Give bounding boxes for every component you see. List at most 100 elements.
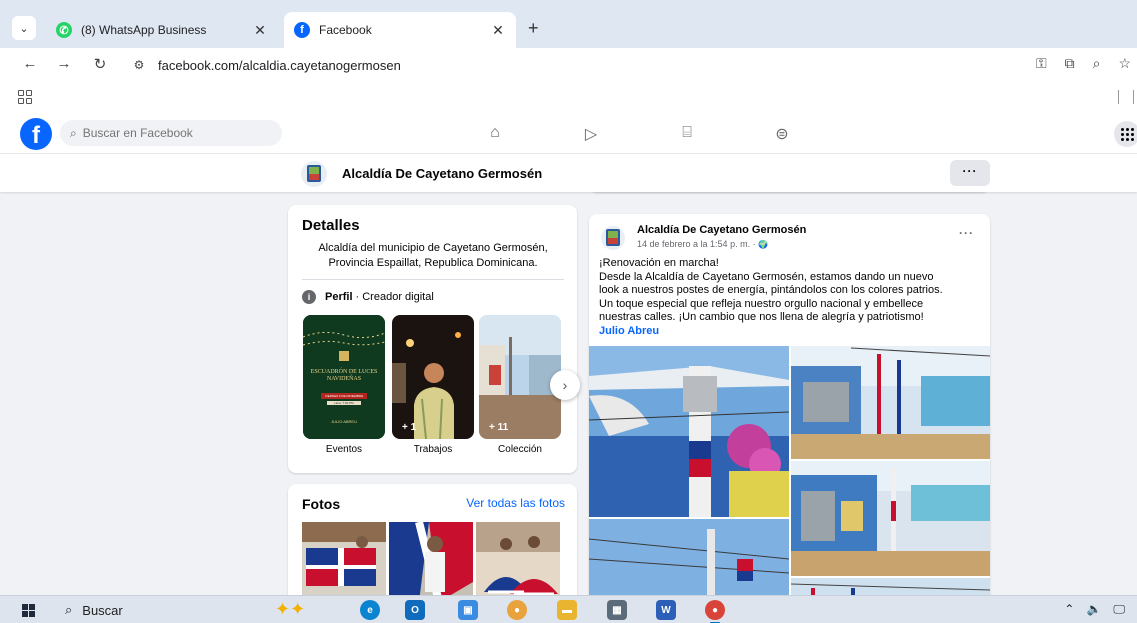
- post-photo[interactable]: [589, 519, 789, 595]
- app-glyph: ▬: [562, 604, 572, 616]
- post-line: Desde la Alcaldía de Cayetano Germosén, …: [599, 270, 934, 283]
- featured-tile-eventos[interactable]: ESCUADRÓN DE LUCES NAVIDEÑAS VIERNES 6 D…: [303, 315, 385, 439]
- page-title[interactable]: Alcaldía De Cayetano Germosén: [342, 166, 542, 181]
- page-avatar[interactable]: [301, 161, 327, 187]
- tab-search-button[interactable]: ⌄: [12, 16, 36, 40]
- whatsapp-icon: ✆: [56, 22, 72, 38]
- post-photo[interactable]: [589, 346, 789, 517]
- calculator-icon[interactable]: ▦: [607, 600, 627, 620]
- apps-grid-icon[interactable]: [18, 90, 32, 104]
- post-timestamp[interactable]: 14 de febrero a la 1:54 p. m. · 🌍: [637, 239, 768, 249]
- chrome-profile-icon[interactable]: ●: [705, 600, 725, 623]
- profile-category-row: i Perfil · Creador digital: [302, 290, 434, 304]
- chevron-down-icon: ⌄: [19, 22, 29, 35]
- windows-start-icon[interactable]: [22, 604, 35, 617]
- featured-tile-trabajos[interactable]: + 1: [392, 315, 474, 439]
- close-icon[interactable]: ✕: [490, 22, 506, 39]
- back-arrow-icon[interactable]: ←: [20, 55, 40, 72]
- page-content: Alcaldía De Cayetano Germosén ··· Detall…: [0, 154, 1137, 595]
- post-photo[interactable]: [791, 461, 990, 576]
- gaming-icon[interactable]: ⊜: [771, 124, 793, 144]
- new-tab-button[interactable]: +: [528, 18, 539, 39]
- flyer-title: ESCUADRÓN DE LUCES NAVIDEÑAS: [310, 369, 378, 382]
- facebook-search-input[interactable]: [82, 126, 263, 140]
- tab-whatsapp[interactable]: ✆ (8) WhatsApp Business ✕: [46, 12, 278, 48]
- tile-count: + 1: [402, 422, 417, 433]
- url-text: facebook.com/alcaldia.cayetanogermosen: [158, 57, 401, 73]
- volume-icon[interactable]: 🔈: [1086, 602, 1101, 617]
- chrome-icon[interactable]: ●: [507, 600, 527, 620]
- close-icon[interactable]: ✕: [252, 22, 268, 39]
- facebook-icon: f: [294, 22, 310, 38]
- bookmarks-divider: [1118, 90, 1119, 104]
- app-glyph: O: [411, 604, 419, 616]
- bookmark-star-icon[interactable]: ☆: [1118, 55, 1131, 72]
- photo-thumbnail[interactable]: [389, 522, 473, 595]
- outlook-icon[interactable]: O: [405, 600, 425, 620]
- word-icon[interactable]: W: [656, 600, 676, 620]
- copilot-sparkle-icon[interactable]: ✦✦: [275, 599, 305, 620]
- photos-card: Fotos Ver todas las fotos: [288, 484, 577, 595]
- post-options-button[interactable]: ···: [959, 226, 974, 240]
- search-icon: ⌕: [70, 125, 77, 140]
- info-icon: i: [302, 290, 316, 304]
- bookmarks-bar: [0, 82, 1137, 112]
- tagged-person-link[interactable]: Julio Abreu: [599, 325, 979, 339]
- tile-label-eventos[interactable]: Eventos: [303, 444, 385, 455]
- zoom-icon[interactable]: ⌕: [1093, 55, 1101, 72]
- flyer-signature: JULIO ABREU: [330, 419, 357, 424]
- post-author-name[interactable]: Alcaldía De Cayetano Germosén: [637, 224, 806, 236]
- flyer-date: VIERNES 6 DE DICIEMBRE: [324, 394, 364, 398]
- app-glyph: e: [367, 604, 373, 616]
- photo-thumbnail[interactable]: [302, 522, 386, 595]
- reload-icon[interactable]: ↻: [90, 55, 110, 73]
- post-card: Alcaldía De Cayetano Germosén 14 de febr…: [589, 214, 990, 595]
- windows-taskbar: ⌕ Buscar ✦✦ e O ▣ ● ▬ ▦ W ● ⌃ 🔈 🖵: [0, 595, 1137, 623]
- menu-grid-icon[interactable]: [1114, 121, 1137, 147]
- address-bar[interactable]: ⚙ facebook.com/alcaldia.cayetanogermosen: [128, 51, 1008, 79]
- profile-label: Perfil: [325, 291, 353, 303]
- tile-label-coleccion[interactable]: Colección: [479, 444, 561, 455]
- tile-label-trabajos[interactable]: Trabajos: [392, 444, 474, 455]
- facebook-header: f ⌕ ⌂ ▷ ⌸ ⊜: [0, 112, 1137, 154]
- post-photo[interactable]: [791, 346, 990, 459]
- marketplace-icon[interactable]: ⌸: [676, 124, 698, 142]
- globe-icon: 🌍: [758, 240, 769, 249]
- app-glyph: ●: [711, 604, 719, 616]
- logo-glyph: f: [32, 122, 40, 149]
- photo-thumbnail[interactable]: [476, 522, 560, 595]
- post-line: ¡Renovación en marcha!: [599, 257, 719, 269]
- browser-toolbar: ← → ↻ ⚙ facebook.com/alcaldia.cayetanoge…: [0, 48, 1137, 82]
- file-explorer-icon[interactable]: ▬: [557, 600, 577, 620]
- app-glyph: ●: [513, 604, 521, 616]
- tab-title: Facebook: [319, 23, 372, 37]
- photos-icon[interactable]: ▣: [458, 600, 478, 620]
- password-key-icon[interactable]: ⚿: [1036, 55, 1047, 72]
- page-more-options-button[interactable]: ···: [950, 160, 990, 186]
- tab-facebook[interactable]: f Facebook ✕: [284, 12, 516, 48]
- details-card: Detalles Alcaldía del municipio de Cayet…: [288, 205, 577, 473]
- search-icon: ⌕: [65, 602, 73, 617]
- facebook-search-box[interactable]: ⌕: [60, 120, 282, 146]
- carousel-next-button[interactable]: ›: [550, 370, 580, 400]
- divider: [302, 279, 564, 280]
- facebook-logo-icon[interactable]: f: [20, 118, 52, 150]
- install-app-icon[interactable]: ⧉: [1065, 55, 1075, 72]
- post-line: Un toque especial que refleja nuestro or…: [599, 297, 924, 310]
- network-icon[interactable]: 🖵: [1113, 602, 1125, 617]
- forward-arrow-icon[interactable]: →: [54, 55, 74, 72]
- flyer-time: Hora: 7:00 PM: [334, 401, 354, 405]
- edge-icon[interactable]: e: [360, 600, 380, 620]
- site-settings-icon[interactable]: ⚙: [128, 54, 150, 76]
- post-photo[interactable]: [791, 578, 990, 595]
- post-line: nuestras calles. ¡Un cambio que nos llen…: [599, 311, 924, 323]
- tile-count: + 11: [489, 422, 509, 433]
- taskbar-search-box[interactable]: ⌕ Buscar: [55, 598, 255, 622]
- home-icon[interactable]: ⌂: [484, 124, 506, 142]
- show-hidden-icons-icon[interactable]: ⌃: [1064, 602, 1074, 617]
- video-icon[interactable]: ▷: [580, 124, 602, 144]
- post-text: ¡Renovación en marcha! Desde la Alcaldía…: [599, 257, 979, 338]
- see-all-photos-link[interactable]: Ver todas las fotos: [466, 496, 565, 510]
- post-author-avatar[interactable]: [601, 226, 625, 250]
- featured-tile-coleccion[interactable]: + 11: [479, 315, 561, 439]
